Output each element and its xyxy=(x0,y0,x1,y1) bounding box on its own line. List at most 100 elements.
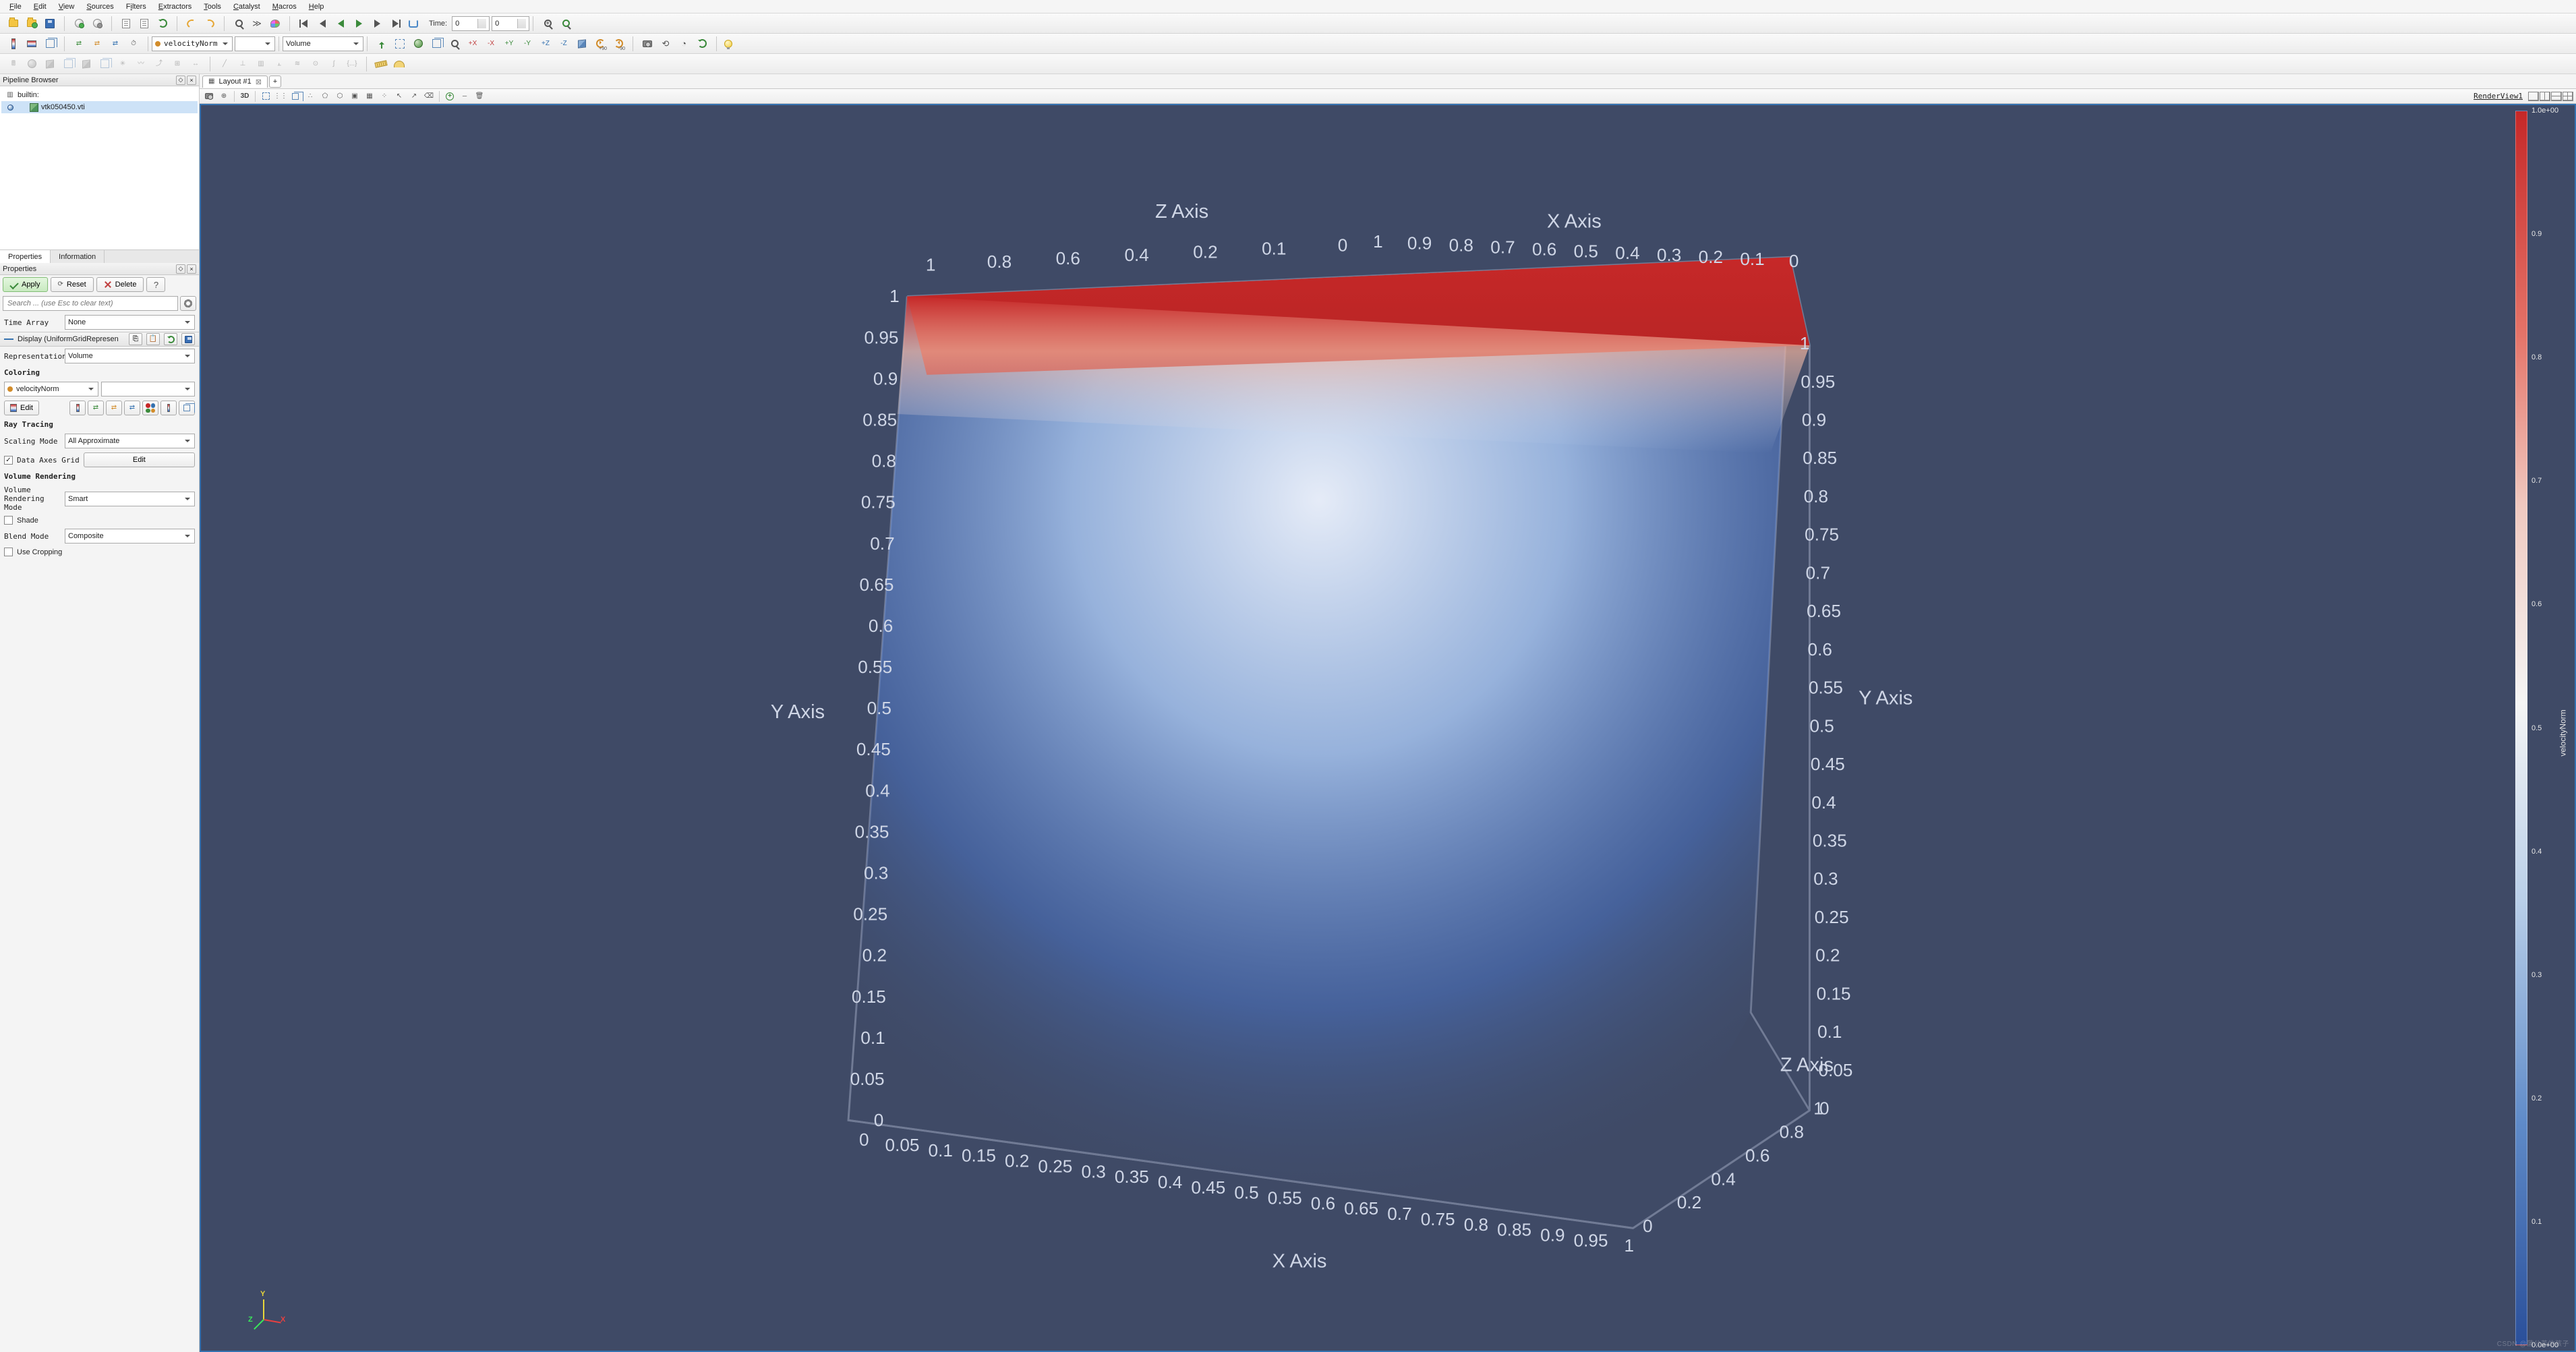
copy-display-button[interactable]: ⎘ xyxy=(129,333,142,345)
menu-catalyst[interactable]: Catalyst xyxy=(228,1,266,12)
split-vertical-button[interactable] xyxy=(2551,92,2562,101)
slice-filter-button[interactable] xyxy=(60,56,76,72)
select-poly-cells-button[interactable]: ⬠ xyxy=(318,90,332,102)
histogram-button[interactable]: ▥ xyxy=(253,56,269,72)
first-frame-button[interactable] xyxy=(296,16,312,32)
menu-help[interactable]: Help xyxy=(303,1,330,12)
select-cells-on-button[interactable] xyxy=(259,90,272,102)
reload-files-button[interactable] xyxy=(154,16,171,32)
data-axes-grid-checkbox[interactable]: ✓ xyxy=(4,456,13,465)
grow-selection-button[interactable]: + xyxy=(443,90,457,102)
save-data-button[interactable] xyxy=(42,16,58,32)
paste-display-button[interactable]: 📋 xyxy=(146,333,160,345)
reset-camera-closest-button[interactable] xyxy=(410,36,426,52)
menu-extractors[interactable]: Extractors xyxy=(153,1,198,12)
menu-sources[interactable]: Sources xyxy=(81,1,119,12)
rescale3-button[interactable]: ⇄ xyxy=(124,401,140,415)
zoom-to-selection-button[interactable] xyxy=(446,36,463,52)
contour-filter-button[interactable] xyxy=(24,56,40,72)
pipeline-item-row[interactable]: vtk050450.vti xyxy=(1,101,198,113)
representation-field-combo[interactable]: Volume xyxy=(65,349,195,363)
connect-button[interactable] xyxy=(71,16,87,32)
pipeline-tree[interactable]: ▥ builtin: vtk050450.vti xyxy=(0,86,199,116)
menu-file[interactable]: File xyxy=(4,1,27,12)
pipeline-root-row[interactable]: ▥ builtin: xyxy=(1,89,198,101)
integrate-button[interactable]: ∫ xyxy=(326,56,342,72)
prev-frame-button[interactable] xyxy=(314,16,330,32)
view-pz-button[interactable]: +Z xyxy=(537,36,554,52)
reset-button[interactable]: ⟳Reset xyxy=(51,277,94,292)
render-view-label[interactable]: RenderView1 xyxy=(2469,92,2527,100)
save-display-button[interactable] xyxy=(181,333,195,345)
rescale-visible-button[interactable]: ⇄ xyxy=(107,36,123,52)
menu-filters[interactable]: Filters xyxy=(121,1,152,12)
select-points-through-button[interactable]: ∴ xyxy=(303,90,317,102)
blend-mode-combo[interactable]: Composite xyxy=(65,529,195,543)
menu-tools[interactable]: Tools xyxy=(198,1,227,12)
properties-float-button[interactable]: ◇ xyxy=(176,264,185,274)
pipeline-float-button[interactable]: ◇ xyxy=(176,76,185,85)
plot-over-line-button[interactable]: ╱ xyxy=(216,56,233,72)
add-layout-button[interactable]: + xyxy=(269,76,281,88)
rotate-ccw-button[interactable]: -90 xyxy=(610,36,626,52)
loop-button[interactable] xyxy=(405,16,421,32)
reflect-filter-button[interactable]: ↔ xyxy=(187,56,204,72)
zoom-closest-button[interactable] xyxy=(558,16,574,32)
time-index-spinbox[interactable]: 0 xyxy=(492,16,529,31)
plot-selection-button[interactable]: ⊥ xyxy=(235,56,251,72)
select-block-button[interactable]: ▣ xyxy=(348,90,361,102)
choose-preset-button[interactable] xyxy=(142,401,158,415)
select-cells-through-button[interactable] xyxy=(289,90,302,102)
representation-combo[interactable]: Volume xyxy=(283,36,363,51)
menu-macros[interactable]: Macros xyxy=(267,1,302,12)
auto-apply-button[interactable] xyxy=(694,36,710,52)
python-shell-button[interactable]: ≫ xyxy=(249,16,265,32)
threshold-filter-button[interactable] xyxy=(78,56,94,72)
render-view[interactable]: 00.050.10.150.20.250.30.350.40.450.50.55… xyxy=(200,104,2576,1352)
clear-selection-button[interactable]: ⌫ xyxy=(422,90,436,102)
reset-camera-button[interactable] xyxy=(374,36,390,52)
redo-button[interactable] xyxy=(202,16,218,32)
view-py-button[interactable]: +Y xyxy=(501,36,517,52)
tab-information[interactable]: Information xyxy=(51,250,105,263)
hint-button[interactable] xyxy=(720,36,736,52)
isometric-button[interactable] xyxy=(574,36,590,52)
link-camera-button[interactable]: ⟲ xyxy=(657,36,674,52)
interaction-mode-button[interactable]: 3D xyxy=(238,90,252,102)
rescale1-button[interactable]: ⇄ xyxy=(88,401,104,415)
time-array-combo[interactable]: None xyxy=(65,315,195,330)
rescale-custom-button[interactable]: ⇄ xyxy=(89,36,105,52)
play-button[interactable] xyxy=(351,16,367,32)
reset-display-button[interactable] xyxy=(164,333,177,345)
split-none-button[interactable] xyxy=(2528,92,2539,101)
select-points-on-button[interactable]: ⋮⋮ xyxy=(274,90,287,102)
select-poly-points-button[interactable]: ⬡ xyxy=(333,90,347,102)
glyph-filter-button[interactable]: ✳ xyxy=(115,56,131,72)
next-frame-button[interactable] xyxy=(369,16,385,32)
stream-filter-button[interactable]: 〰 xyxy=(133,56,149,72)
show-center-button[interactable]: ⊕ xyxy=(217,90,231,102)
use-cropping-checkbox[interactable] xyxy=(4,548,13,556)
color-legend-button[interactable] xyxy=(5,36,22,52)
timer-log-button[interactable]: ◔ xyxy=(676,36,692,52)
separate-button[interactable] xyxy=(179,401,195,415)
rescale-range-button[interactable]: ⇄ xyxy=(71,36,87,52)
orientation-axes-widget[interactable]: Y X Z xyxy=(241,1282,289,1329)
clip-filter-button[interactable] xyxy=(42,56,58,72)
adjust-camera-button[interactable] xyxy=(639,36,655,52)
time-value-spinbox[interactable]: 0 xyxy=(452,16,490,31)
open-recent-button[interactable] xyxy=(24,16,40,32)
rescale2-button[interactable]: ⇄ xyxy=(106,401,122,415)
warp-filter-button[interactable]: ⤴ xyxy=(151,56,167,72)
interactive-points-button[interactable]: ⁘ xyxy=(378,90,391,102)
rotate-cw-button[interactable]: +90 xyxy=(592,36,608,52)
coloring-component-combo[interactable] xyxy=(101,382,196,396)
rescale-temporal-button[interactable]: ⏱ xyxy=(125,36,142,52)
open-file-button[interactable] xyxy=(5,16,22,32)
fit-button[interactable] xyxy=(428,36,444,52)
interactive-cells-button[interactable]: ▦ xyxy=(363,90,376,102)
quartile-button[interactable]: ⫠ xyxy=(271,56,287,72)
opacity-button[interactable] xyxy=(160,401,177,415)
undo-button[interactable] xyxy=(183,16,200,32)
group-filter-button[interactable]: ⊞ xyxy=(169,56,185,72)
